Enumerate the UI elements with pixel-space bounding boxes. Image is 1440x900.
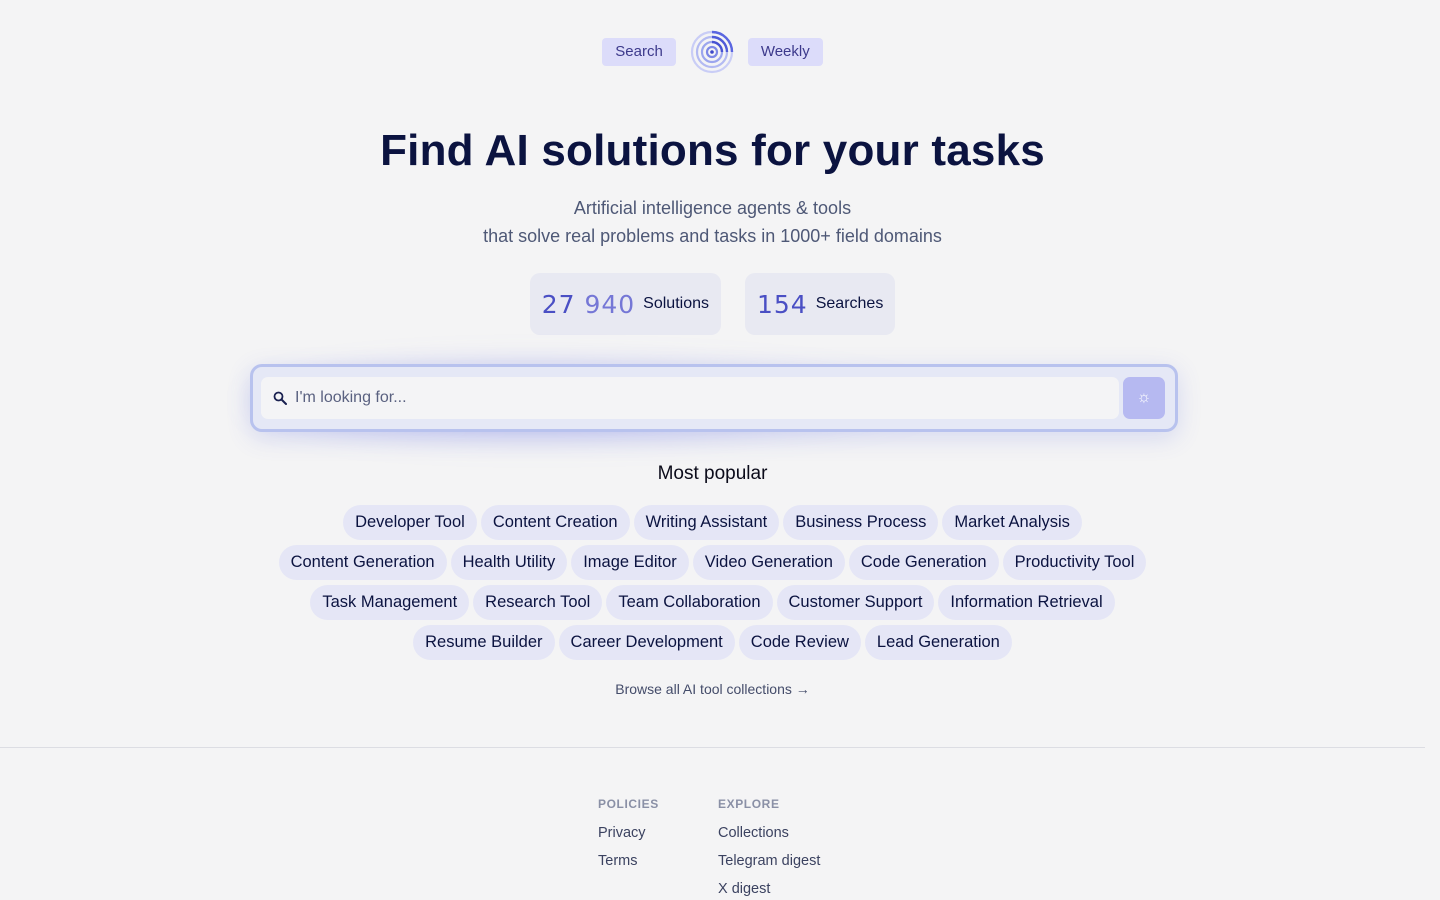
popular-tag[interactable]: Image Editor [571, 545, 689, 580]
popular-tag[interactable]: Information Retrieval [938, 585, 1115, 620]
popular-tag[interactable]: Career Development [558, 625, 735, 660]
footer-divider [0, 747, 1425, 748]
searches-stat: 154 Searches [745, 273, 896, 335]
popular-tag[interactable]: Productivity Tool [1002, 545, 1147, 580]
subtitle-line-1: Artificial intelligence agents & tools [573, 198, 852, 218]
searches-count: 154 [757, 289, 808, 319]
nav-weekly-link[interactable]: Weekly [747, 38, 823, 66]
search-field[interactable] [261, 377, 1119, 419]
popular-tag[interactable]: Resume Builder [413, 625, 555, 660]
popular-tag[interactable]: Business Process [783, 505, 939, 540]
popular-tag[interactable]: Lead Generation [864, 625, 1012, 660]
search-box: ☼ [250, 364, 1178, 432]
solutions-count: 27 940 [541, 289, 636, 319]
nav-search-link[interactable]: Search [602, 38, 676, 66]
popular-tag[interactable]: Video Generation [692, 545, 845, 580]
footer-link-privacy[interactable]: Privacy [598, 825, 659, 842]
popular-tag[interactable]: Market Analysis [942, 505, 1082, 540]
spiral-logo-icon[interactable] [690, 30, 734, 74]
search-submit-button[interactable]: ☼ [1123, 377, 1165, 419]
footer-link-terms[interactable]: Terms [598, 853, 659, 870]
popular-tag[interactable]: Content Creation [480, 505, 630, 540]
popular-tag[interactable]: Content Generation [278, 545, 447, 580]
search-input[interactable] [295, 389, 1095, 407]
search-icon [273, 391, 287, 405]
popular-tag[interactable]: Health Utility [450, 545, 568, 580]
solutions-label: Solutions [643, 295, 709, 312]
page-title: Find AI solutions for your tasks [380, 126, 1045, 175]
browse-collections-link[interactable]: Browse all AI tool collections → [0, 681, 1425, 697]
popular-tag[interactable]: Code Review [738, 625, 861, 660]
sparkle-icon: ☼ [1136, 389, 1152, 406]
footer-link-telegram[interactable]: Telegram digest [718, 853, 820, 870]
popular-tags: Developer Tool Content Creation Writing As… [260, 505, 1165, 660]
searches-label: Searches [815, 295, 884, 312]
explore-heading: EXPLORE [718, 797, 780, 811]
popular-tag[interactable]: Task Management [310, 585, 470, 620]
footer-explore: EXPLORE Collections Telegram digest X di… [718, 797, 820, 900]
popular-heading: Most popular [657, 463, 768, 484]
stats-row: 27 940 Solutions 154 Searches [0, 273, 1425, 335]
popular-tag[interactable]: Code Generation [848, 545, 999, 580]
popular-tag[interactable]: Team Collaboration [606, 585, 773, 620]
popular-tag[interactable]: Developer Tool [343, 505, 477, 540]
policies-heading: POLICIES [598, 797, 659, 811]
page-subtitle: Artificial intelligence agents & tools t… [0, 194, 1425, 250]
solutions-stat: 27 940 Solutions [529, 273, 721, 335]
footer-link-x[interactable]: X digest [718, 881, 820, 898]
page: Search Weekly Find AI solutions for your… [0, 0, 1425, 900]
top-nav: Search Weekly [0, 30, 1425, 74]
popular-tag[interactable]: Writing Assistant [633, 505, 780, 540]
footer-policies: POLICIES Privacy Terms [598, 797, 659, 881]
subtitle-line-2: that solve real problems and tasks in 10… [483, 226, 942, 246]
popular-tag[interactable]: Research Tool [473, 585, 603, 620]
popular-tag[interactable]: Customer Support [776, 585, 935, 620]
footer-link-collections[interactable]: Collections [718, 825, 820, 842]
